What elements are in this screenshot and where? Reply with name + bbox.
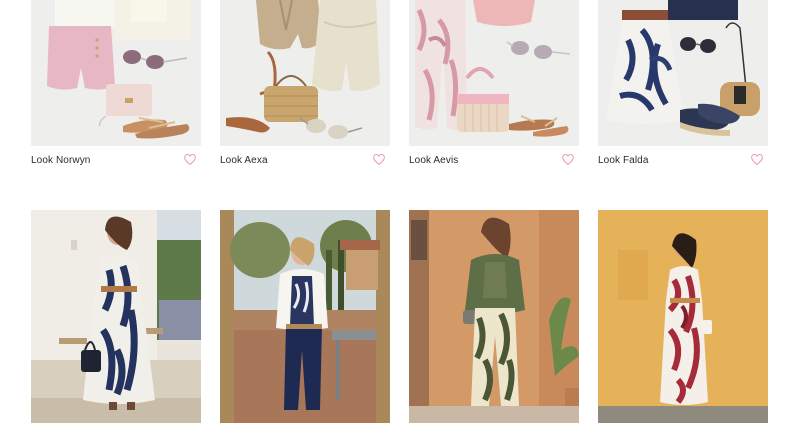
look-image-aexa[interactable] [220,0,390,146]
look-image-aevis[interactable] [409,0,579,146]
photo [220,210,390,423]
look-card-norwyn[interactable]: Look Norwyn [31,0,201,170]
look-title[interactable]: Look Falda [598,155,648,166]
model-photo-2[interactable] [220,210,390,423]
look-card-falda[interactable]: Look Falda [598,0,768,170]
look-title[interactable]: Look Aexa [220,155,268,166]
heart-icon[interactable] [751,154,763,166]
look-image-falda[interactable] [598,0,768,146]
look-title[interactable]: Look Aevis [409,155,458,166]
look-image-norwyn[interactable] [31,0,201,146]
heart-icon[interactable] [562,154,574,166]
model-photo-4[interactable] [598,210,768,423]
photo [409,210,579,423]
photo [598,210,768,423]
outfit-illustration [31,0,201,146]
outfit-illustration [598,0,768,146]
look-card-aexa[interactable]: Look Aexa [220,0,390,170]
photo [31,210,201,423]
model-photo-1[interactable] [31,210,201,423]
outfit-illustration [409,0,579,146]
heart-icon[interactable] [373,154,385,166]
heart-icon[interactable] [184,154,196,166]
look-card-aevis[interactable]: Look Aevis [409,0,579,170]
look-title[interactable]: Look Norwyn [31,155,90,166]
outfit-illustration [220,0,390,146]
model-photo-3[interactable] [409,210,579,423]
